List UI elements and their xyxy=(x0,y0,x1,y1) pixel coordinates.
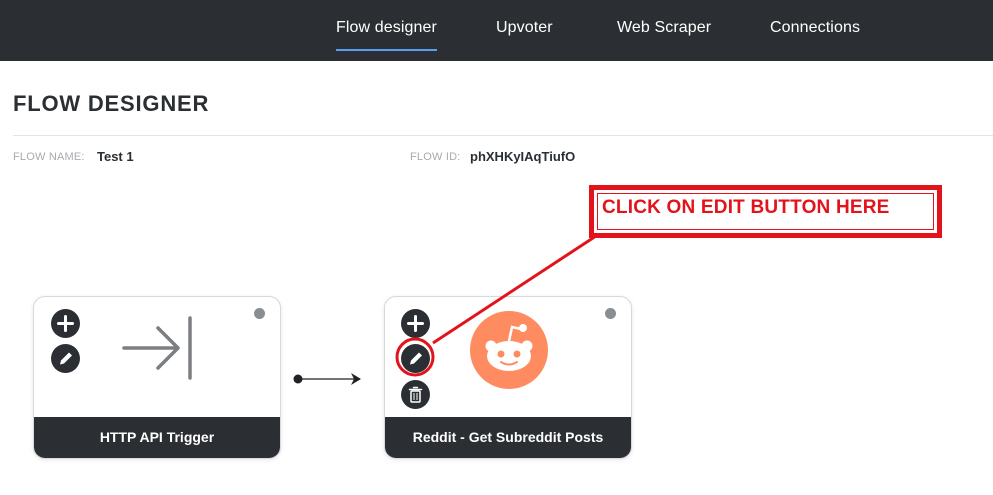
add-icon xyxy=(407,315,424,332)
tab-web-scraper[interactable]: Web Scraper xyxy=(617,19,711,37)
node-title: Reddit - Get Subreddit Posts xyxy=(385,417,631,458)
divider xyxy=(13,135,993,136)
top-navigation-bar: Flow designer Upvoter Web Scraper Connec… xyxy=(0,0,993,61)
callout-text: CLICK ON EDIT BUTTON HERE xyxy=(602,197,890,218)
page-title: FLOW DESIGNER xyxy=(13,91,210,116)
tab-upvoter[interactable]: Upvoter xyxy=(496,19,553,37)
add-button[interactable] xyxy=(401,309,430,338)
edit-button[interactable] xyxy=(51,344,80,373)
annotation-callout: CLICK ON EDIT BUTTON HERE xyxy=(589,185,942,238)
flow-id-label: FLOW ID: xyxy=(410,151,461,163)
node-title: HTTP API Trigger xyxy=(34,417,280,458)
arrow-to-line-icon xyxy=(122,316,192,380)
flow-name-label: FLOW NAME: xyxy=(13,151,85,163)
node-connector xyxy=(293,373,361,385)
flow-name-value: Test 1 xyxy=(97,149,134,164)
tab-connections[interactable]: Connections xyxy=(770,19,860,37)
status-indicator xyxy=(254,308,265,319)
node-reddit-get-subreddit-posts[interactable]: Reddit - Get Subreddit Posts xyxy=(384,296,632,459)
delete-icon xyxy=(408,386,423,403)
reddit-icon xyxy=(470,311,548,389)
delete-button[interactable] xyxy=(401,380,430,409)
flow-id-value: phXHKyIAqTiufO xyxy=(470,149,576,164)
tab-flow-designer[interactable]: Flow designer xyxy=(336,19,437,51)
edit-button[interactable] xyxy=(401,344,430,373)
add-button[interactable] xyxy=(51,309,80,338)
status-indicator xyxy=(605,308,616,319)
edit-icon xyxy=(60,352,72,365)
node-http-api-trigger[interactable]: HTTP API Trigger xyxy=(33,296,281,459)
add-icon xyxy=(57,315,74,332)
edit-icon xyxy=(410,352,422,365)
